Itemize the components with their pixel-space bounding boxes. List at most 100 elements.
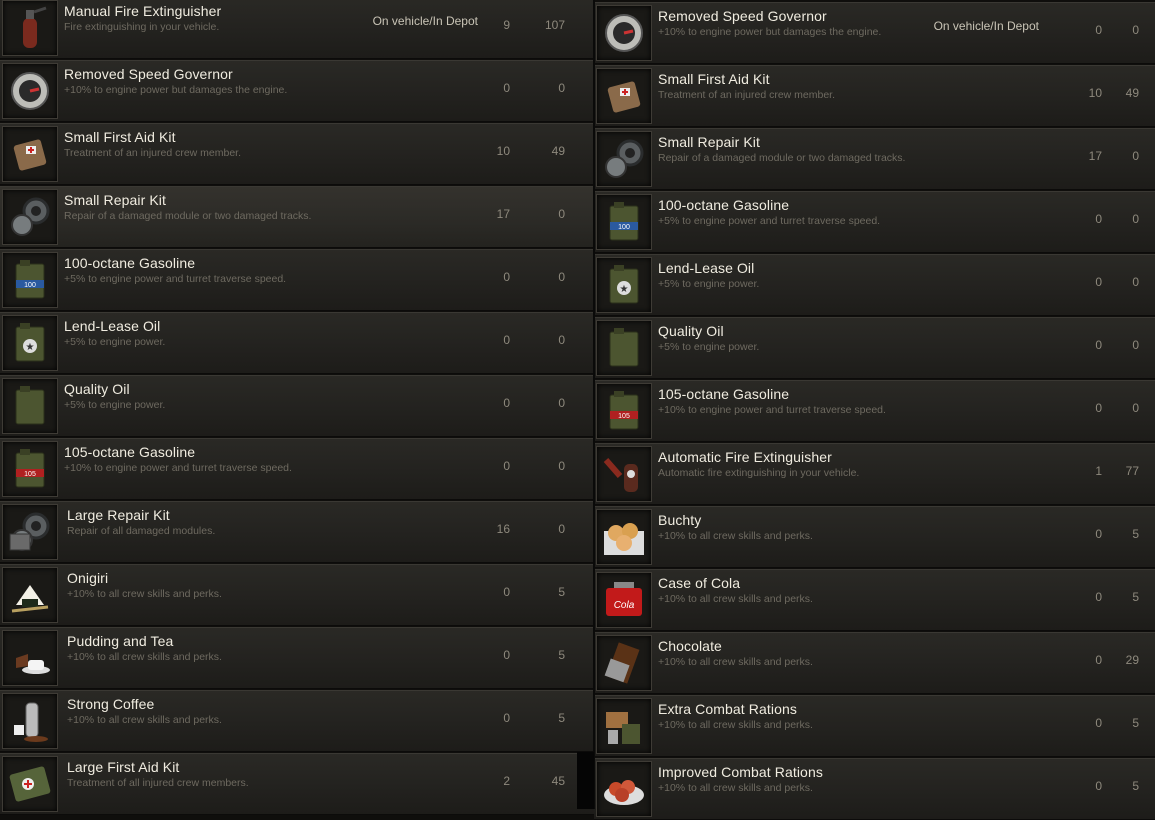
buchty-icon: [596, 509, 652, 565]
consumable-row[interactable]: Large Repair Kit Repair of all damaged mo…: [0, 501, 594, 563]
gasoline-100-icon: 100: [596, 194, 652, 250]
item-description: Fire extinguishing in your vehicle.: [64, 21, 220, 33]
consumable-row[interactable]: Large First Aid Kit Treatment of all inju…: [0, 753, 594, 815]
large-first-aid-kit-icon: [2, 756, 58, 812]
in-depot-count: 5: [558, 648, 565, 662]
repair-kit-icon: [2, 189, 58, 245]
consumable-row[interactable]: Extra Combat Rations +10% to all crew ski…: [594, 695, 1155, 757]
consumable-row[interactable]: 105 105-octane Gasoline +10% to engine pow…: [0, 438, 594, 500]
in-depot-count: 49: [1125, 86, 1139, 100]
pudding-tea-icon: [2, 630, 58, 686]
item-name: 105-octane Gasoline: [658, 386, 790, 402]
consumable-row[interactable]: Strong Coffee +10% to all crew skills and…: [0, 690, 594, 752]
consumable-row[interactable]: 105 105-octane Gasoline +10% to engine pow…: [594, 380, 1155, 442]
item-name: Buchty: [658, 512, 702, 528]
consumable-row[interactable]: Small Repair Kit Repair of a damaged modu…: [594, 128, 1155, 190]
consumable-row[interactable]: ★ Lend-Lease Oil +5% to engine power. 0 0: [594, 254, 1155, 316]
in-depot-count: 0: [1132, 212, 1139, 226]
consumable-row[interactable]: Buchty +10% to all crew skills and perks.…: [594, 506, 1155, 568]
item-name: 105-octane Gasoline: [64, 444, 196, 460]
item-description: +10% to engine power and turret traverse…: [658, 404, 886, 416]
consumable-row[interactable]: Removed Speed Governor +10% to engine pow…: [594, 2, 1155, 64]
consumable-row[interactable]: Manual Fire Extinguisher Fire extinguishi…: [0, 0, 594, 59]
item-name: Removed Speed Governor: [658, 8, 827, 24]
on-vehicle-count: 0: [1095, 590, 1102, 604]
consumable-row[interactable]: Cola Case of Cola +10% to all crew skills …: [594, 569, 1155, 631]
in-depot-count: 77: [1125, 464, 1139, 478]
item-description: +5% to engine power.: [64, 336, 166, 348]
consumable-row[interactable]: Improved Combat Rations +10% to all crew …: [594, 758, 1155, 820]
in-depot-count: 0: [1132, 23, 1139, 37]
cola-case-icon: Cola: [596, 572, 652, 628]
item-description: Treatment of an injured crew member.: [658, 89, 836, 101]
consumable-row[interactable]: Pudding and Tea +10% to all crew skills a…: [0, 627, 594, 689]
in-depot-count: 29: [1125, 653, 1139, 667]
consumable-row[interactable]: Onigiri +10% to all crew skills and perks…: [0, 564, 594, 626]
item-description: +10% to all crew skills and perks.: [67, 651, 222, 663]
item-description: +10% to engine power but damages the eng…: [64, 84, 288, 96]
first-aid-kit-icon: [596, 68, 652, 124]
status-column-header: On vehicle/In Depot: [372, 14, 478, 28]
on-vehicle-count: 0: [1095, 653, 1102, 667]
item-name: Extra Combat Rations: [658, 701, 797, 717]
item-description: +5% to engine power and turret traverse …: [64, 273, 287, 285]
on-vehicle-count: 0: [503, 585, 510, 599]
in-depot-count: 5: [1132, 716, 1139, 730]
consumable-row[interactable]: Chocolate +10% to all crew skills and per…: [594, 632, 1155, 694]
onigiri-icon: [2, 567, 58, 623]
consumable-row[interactable]: 100 100-octane Gasoline +5% to engine powe…: [0, 249, 594, 311]
auto-fire-extinguisher-icon: [596, 446, 652, 502]
coffee-icon: [2, 693, 58, 749]
in-depot-count: 45: [551, 774, 565, 788]
item-name: 100-octane Gasoline: [64, 255, 196, 271]
item-name: Manual Fire Extinguisher: [64, 3, 222, 19]
consumable-row[interactable]: Quality Oil +5% to engine power. 0 0: [594, 317, 1155, 379]
in-depot-count: 0: [558, 396, 565, 410]
svg-text:105: 105: [24, 471, 36, 478]
item-name: Case of Cola: [658, 575, 741, 591]
in-depot-count: 49: [551, 144, 565, 158]
consumable-row[interactable]: Small Repair Kit Repair of a damaged modu…: [0, 186, 594, 248]
item-description: Treatment of an injured crew member.: [64, 147, 242, 159]
consumable-row[interactable]: Removed Speed Governor +10% to engine pow…: [0, 60, 594, 122]
gasoline-105-icon: 105: [2, 441, 58, 497]
in-depot-count: 5: [1132, 590, 1139, 604]
item-description: +10% to all crew skills and perks.: [658, 593, 813, 605]
on-vehicle-count: 17: [1088, 149, 1102, 163]
first-aid-kit-icon: [2, 126, 58, 182]
on-vehicle-count: 0: [503, 333, 510, 347]
item-name: Onigiri: [67, 570, 109, 586]
on-vehicle-count: 9: [503, 18, 510, 32]
consumable-row[interactable]: Automatic Fire Extinguisher Automatic fir…: [594, 443, 1155, 505]
consumable-row[interactable]: ★ Lend-Lease Oil +5% to engine power. 0 0: [0, 312, 594, 374]
on-vehicle-count: 0: [1095, 716, 1102, 730]
on-vehicle-count: 0: [1095, 779, 1102, 793]
on-vehicle-count: 0: [1095, 212, 1102, 226]
item-name: Small First Aid Kit: [64, 129, 176, 145]
in-depot-count: 5: [1132, 527, 1139, 541]
in-depot-count: 0: [1132, 275, 1139, 289]
on-vehicle-count: 0: [503, 648, 510, 662]
on-vehicle-count: 0: [1095, 23, 1102, 37]
quality-oil-icon: [596, 320, 652, 376]
item-name: Strong Coffee: [67, 696, 155, 712]
on-vehicle-count: 10: [496, 144, 510, 158]
in-depot-count: 5: [1132, 779, 1139, 793]
consumable-row[interactable]: Small First Aid Kit Treatment of an injur…: [594, 65, 1155, 127]
item-name: Small First Aid Kit: [658, 71, 770, 87]
item-name: Pudding and Tea: [67, 633, 174, 649]
consumable-row[interactable]: 100 100-octane Gasoline +5% to engine powe…: [594, 191, 1155, 253]
scroll-gap: [577, 752, 594, 809]
consumable-row[interactable]: Quality Oil +5% to engine power. 0 0: [0, 375, 594, 437]
on-vehicle-count: 0: [503, 711, 510, 725]
consumable-row[interactable]: Small First Aid Kit Treatment of an injur…: [0, 123, 594, 185]
in-depot-count: 0: [1132, 401, 1139, 415]
repair-kit-icon: [596, 131, 652, 187]
gasoline-100-icon: 100: [2, 252, 58, 308]
in-depot-count: 0: [558, 522, 565, 536]
item-name: Large First Aid Kit: [67, 759, 180, 775]
large-repair-kit-icon: [2, 504, 58, 560]
in-depot-count: 0: [558, 459, 565, 473]
on-vehicle-count: 0: [1095, 338, 1102, 352]
on-vehicle-count: 0: [503, 81, 510, 95]
